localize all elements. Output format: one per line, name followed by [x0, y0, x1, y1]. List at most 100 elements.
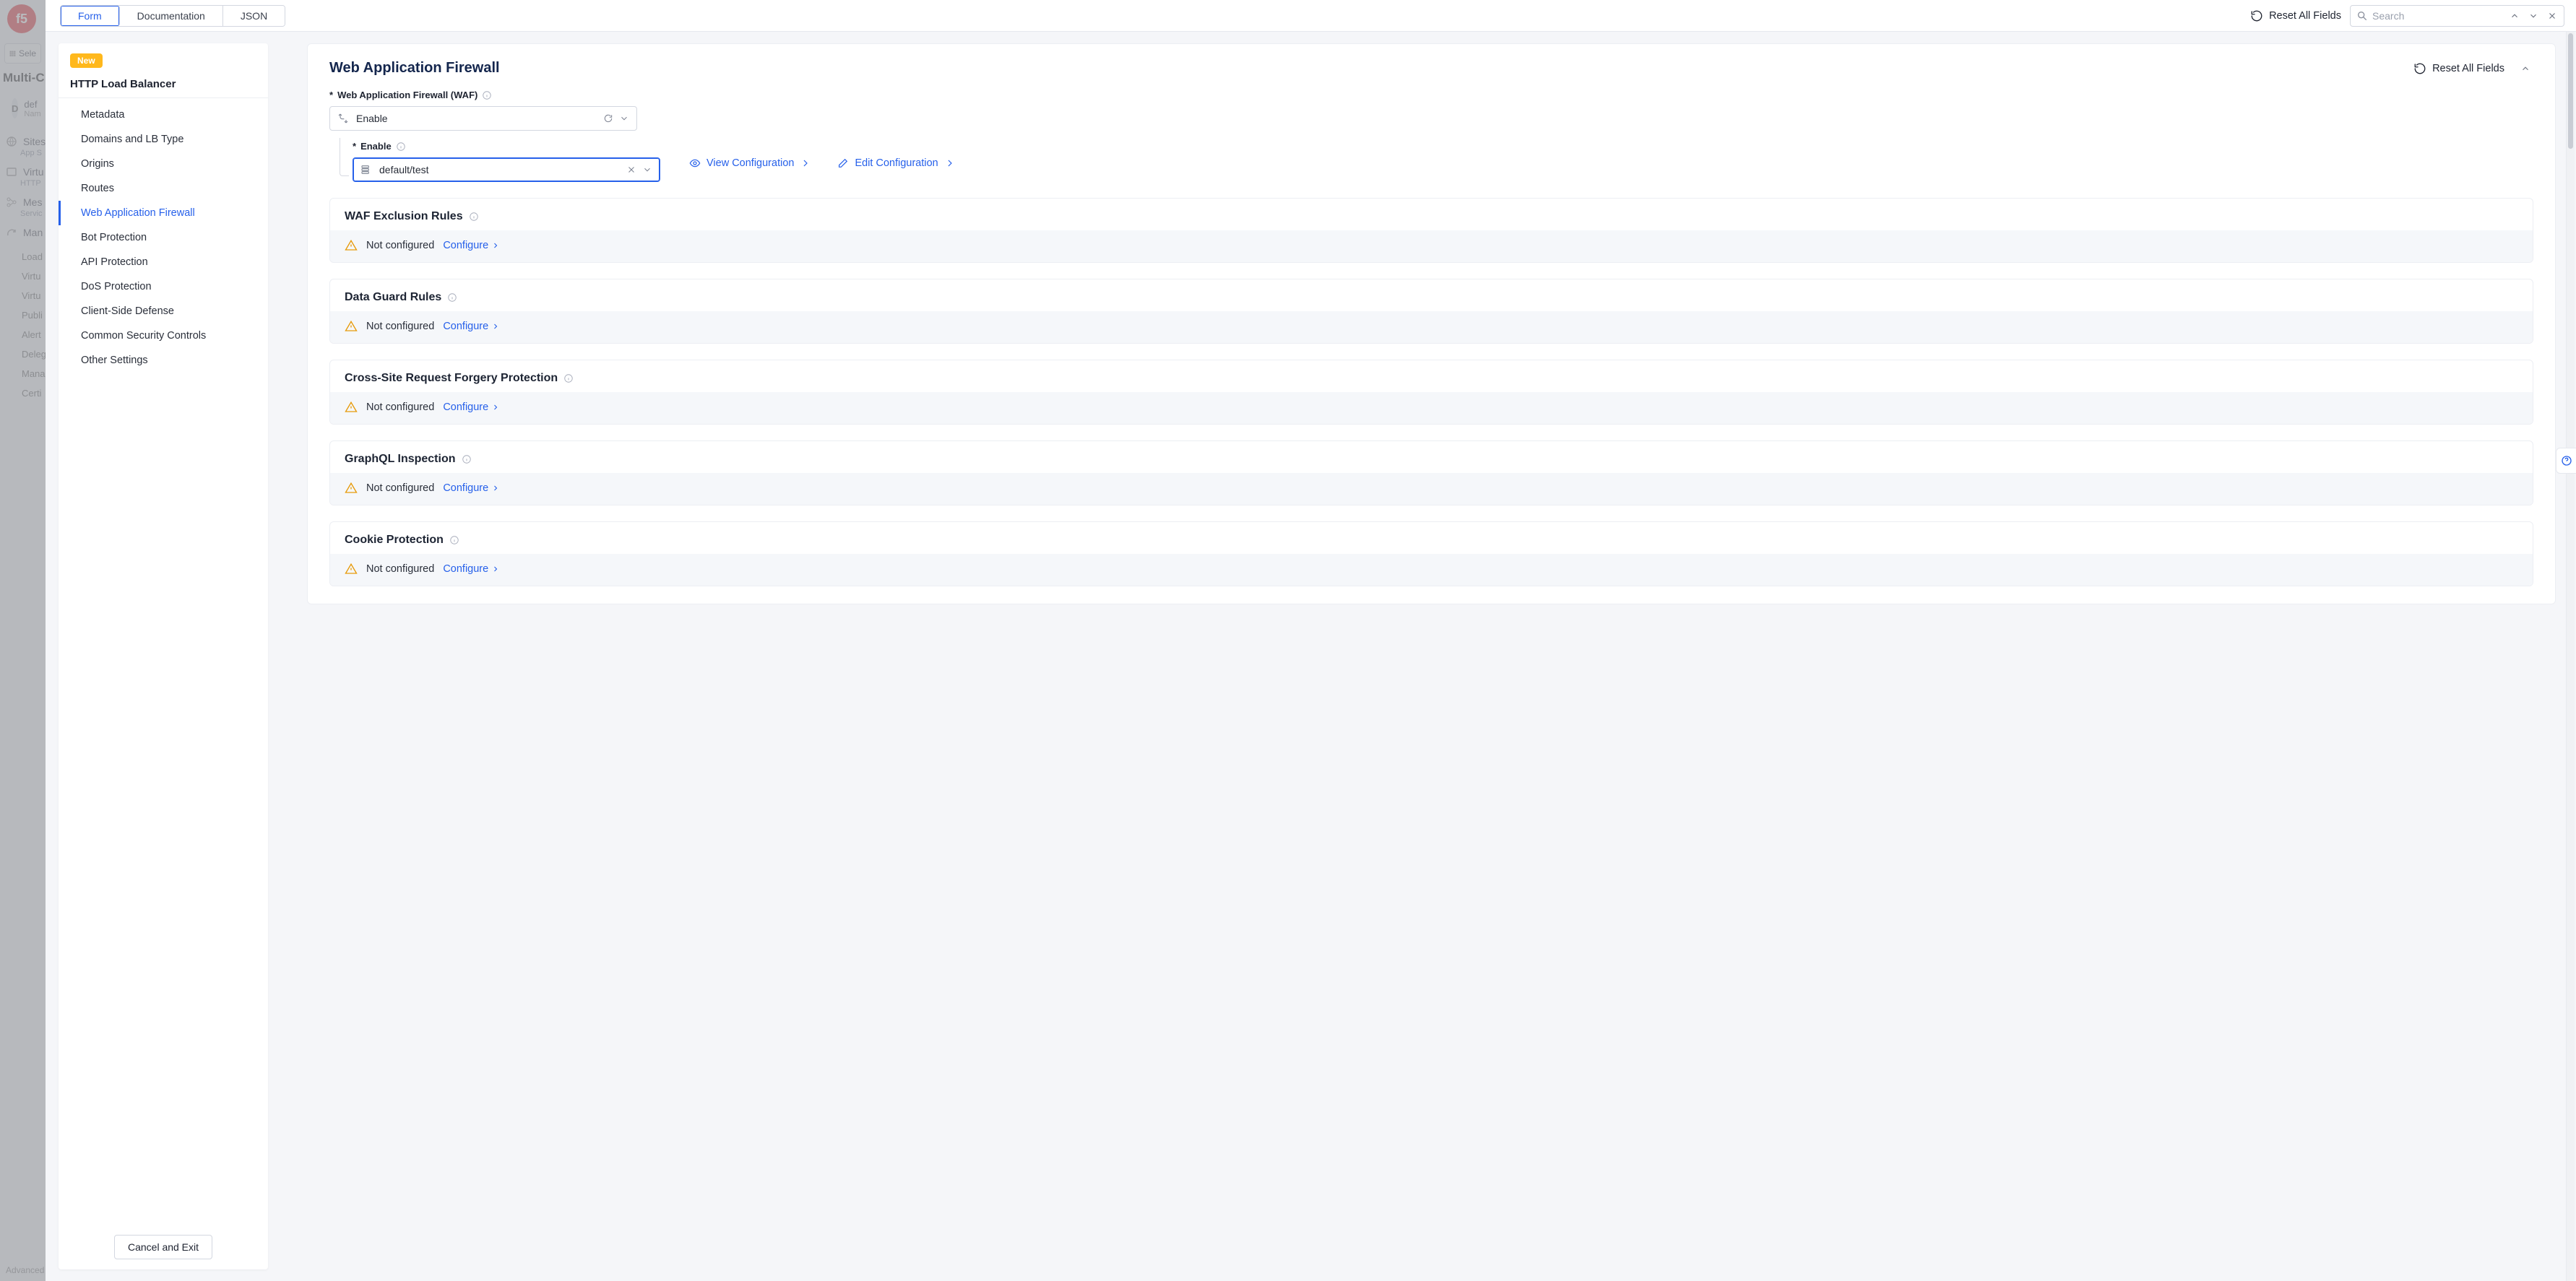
subcard-title: Cookie Protection [345, 534, 444, 547]
waf-card: Web Application Firewall Reset All Field… [307, 43, 2556, 604]
scrollbar-track[interactable] [2566, 32, 2575, 1281]
subcard-csrf: Cross-Site Request Forgery Protection No… [329, 360, 2533, 425]
tab-form[interactable]: Form [61, 6, 120, 26]
form-content: Web Application Firewall Reset All Field… [268, 32, 2576, 1281]
search-clear-button[interactable] [2545, 9, 2559, 23]
sidebar-title: HTTP Load Balancer [70, 78, 256, 90]
card-reset-label: Reset All Fields [2432, 63, 2504, 74]
new-badge: New [70, 53, 103, 68]
waf-field: * Web Application Firewall (WAF) Enable [329, 90, 2533, 182]
warning-icon [345, 563, 358, 576]
sidebar-item-api[interactable]: API Protection [59, 250, 268, 274]
subcard-title: WAF Exclusion Rules [345, 210, 463, 223]
info-icon[interactable] [482, 90, 492, 100]
view-mode-tabs: Form Documentation JSON [60, 5, 285, 27]
subcard-status: Not configured [366, 401, 434, 413]
chevron-right-icon [491, 241, 500, 250]
reset-icon [2250, 9, 2263, 22]
waf-select[interactable]: Enable [329, 106, 637, 131]
chevron-right-icon [944, 157, 956, 169]
search-box[interactable] [2350, 5, 2564, 27]
sidebar-section-list: Metadata Domains and LB Type Origins Rou… [59, 97, 268, 1225]
info-icon[interactable] [462, 454, 472, 464]
card-reset-button[interactable]: Reset All Fields [2413, 62, 2504, 75]
sidebar-item-common-security[interactable]: Common Security Controls [59, 323, 268, 348]
search-prev-button[interactable] [2507, 9, 2522, 23]
sidebar-item-origins[interactable]: Origins [59, 152, 268, 176]
subcard-status: Not configured [366, 563, 434, 575]
sidebar-item-other[interactable]: Other Settings [59, 348, 268, 373]
required-star: * [329, 90, 333, 100]
subcard-cookie: Cookie Protection Not configured Configu… [329, 521, 2533, 586]
warning-icon [345, 320, 358, 333]
chevron-up-icon [2520, 64, 2530, 74]
form-sidebar: New HTTP Load Balancer Metadata Domains … [59, 43, 268, 1269]
configure-link[interactable]: Configure [443, 401, 500, 413]
tab-documentation[interactable]: Documentation [120, 6, 223, 26]
search-input[interactable] [2372, 10, 2503, 22]
subcard-graphql: GraphQL Inspection Not configured Config… [329, 440, 2533, 505]
help-fab[interactable] [2556, 448, 2576, 474]
subcard-waf-exclusion: WAF Exclusion Rules Not configured Confi… [329, 198, 2533, 263]
clear-icon[interactable] [626, 165, 636, 175]
reset-label: Reset All Fields [2269, 10, 2341, 22]
edit-configuration-link[interactable]: Edit Configuration [837, 157, 955, 169]
edit-config-label: Edit Configuration [855, 157, 938, 169]
search-icon [2356, 10, 2368, 22]
view-config-label: View Configuration [706, 157, 794, 169]
configure-link[interactable]: Configure [443, 563, 500, 575]
sidebar-item-metadata[interactable]: Metadata [59, 103, 268, 127]
tab-json[interactable]: JSON [223, 6, 285, 26]
warning-icon [345, 482, 358, 495]
reset-all-fields-button[interactable]: Reset All Fields [2250, 9, 2341, 22]
info-icon[interactable] [469, 212, 479, 222]
chevron-down-icon[interactable] [642, 165, 652, 175]
modal-panel: Form Documentation JSON Reset All Fields… [46, 0, 2576, 1281]
view-configuration-link[interactable]: View Configuration [689, 157, 811, 169]
chevron-right-icon [800, 157, 811, 169]
subcard-status: Not configured [366, 321, 434, 332]
refresh-icon[interactable] [603, 113, 613, 123]
info-icon[interactable] [447, 292, 457, 303]
sidebar-item-waf[interactable]: Web Application Firewall [59, 201, 268, 225]
configure-link[interactable]: Configure [443, 321, 500, 332]
warning-icon [345, 239, 358, 252]
sidebar-item-bot[interactable]: Bot Protection [59, 225, 268, 250]
topbar: Form Documentation JSON Reset All Fields [46, 0, 2576, 32]
info-icon[interactable] [396, 142, 406, 152]
enable-select-value: default/test [379, 164, 619, 175]
waf-field-label: Web Application Firewall (WAF) [337, 90, 477, 100]
sidebar-item-domains[interactable]: Domains and LB Type [59, 127, 268, 152]
sidebar-item-csd[interactable]: Client-Side Defense [59, 299, 268, 323]
subcard-data-guard: Data Guard Rules Not configured Configur… [329, 279, 2533, 344]
chevron-right-icon [491, 403, 500, 412]
subcard-title: Cross-Site Request Forgery Protection [345, 372, 558, 385]
cancel-and-exit-button[interactable]: Cancel and Exit [114, 1235, 212, 1259]
sidebar-item-routes[interactable]: Routes [59, 176, 268, 201]
waf-select-value: Enable [356, 113, 596, 124]
subcard-title: Data Guard Rules [345, 291, 441, 304]
subcard-title: GraphQL Inspection [345, 453, 456, 466]
chevron-right-icon [491, 565, 500, 573]
branch-icon [337, 113, 349, 124]
info-icon[interactable] [449, 535, 459, 545]
enable-select[interactable]: default/test [353, 157, 660, 182]
chevron-right-icon [491, 484, 500, 492]
info-icon[interactable] [563, 373, 574, 383]
chevron-right-icon [491, 322, 500, 331]
search-next-button[interactable] [2526, 9, 2541, 23]
sidebar-item-dos[interactable]: DoS Protection [59, 274, 268, 299]
configure-link[interactable]: Configure [443, 240, 500, 251]
enable-field-label: Enable [360, 141, 392, 152]
card-title: Web Application Firewall [329, 60, 500, 77]
required-star: * [353, 141, 356, 152]
card-collapse-toggle[interactable] [2517, 61, 2533, 77]
reset-icon [2413, 62, 2426, 75]
subcard-status: Not configured [366, 240, 434, 251]
configure-link[interactable]: Configure [443, 482, 500, 494]
subcard-status: Not configured [366, 482, 434, 494]
scrollbar-thumb[interactable] [2568, 33, 2573, 149]
eye-icon [689, 157, 701, 169]
chevron-down-icon[interactable] [619, 113, 629, 123]
background-nav: f5 Sele Multi-C D def Nam Sites App S Vi… [0, 0, 46, 1281]
